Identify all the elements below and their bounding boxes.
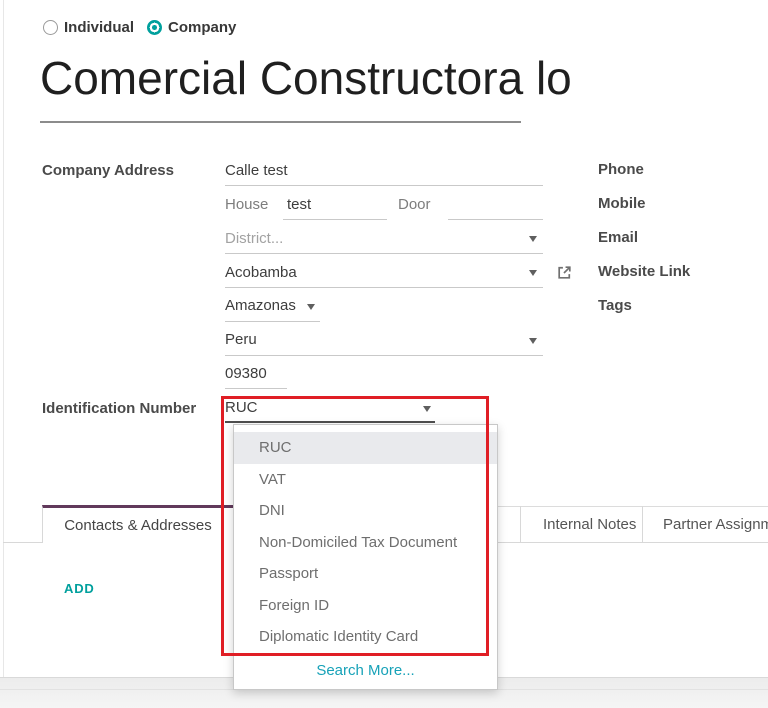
- dropdown-item-diplomatic[interactable]: Diplomatic Identity Card: [234, 621, 497, 653]
- street-underline: [225, 185, 543, 186]
- sheet-left-border: [3, 0, 4, 677]
- district-underline: [225, 253, 543, 254]
- email-label: Email: [598, 229, 638, 246]
- house-underline: [283, 219, 387, 220]
- individual-radio-label[interactable]: Individual: [64, 19, 134, 36]
- state-select[interactable]: Amazonas: [225, 297, 296, 314]
- door-label: Door: [398, 196, 431, 213]
- company-name-input[interactable]: Comercial Constructora lo: [40, 52, 572, 105]
- identification-type-select[interactable]: RUC: [225, 399, 258, 416]
- dropdown-item-passport[interactable]: Passport: [234, 558, 497, 590]
- dropdown-item-vat[interactable]: VAT: [234, 464, 497, 496]
- chevron-down-icon[interactable]: [529, 236, 537, 242]
- tab-contacts-addresses[interactable]: Contacts & Addresses: [42, 505, 233, 543]
- tab-internal-notes[interactable]: Internal Notes: [543, 516, 636, 533]
- dropdown-item-ruc[interactable]: RUC: [234, 432, 497, 464]
- chevron-down-icon[interactable]: [529, 338, 537, 344]
- company-radio[interactable]: [147, 20, 162, 35]
- country-select[interactable]: Peru: [225, 331, 257, 348]
- search-more-link[interactable]: Search More...: [234, 656, 497, 686]
- house-input[interactable]: test: [287, 196, 311, 213]
- dropdown-item-dni[interactable]: DNI: [234, 495, 497, 527]
- company-address-label: Company Address: [42, 162, 174, 179]
- tags-label: Tags: [598, 297, 632, 314]
- dropdown-item-foreign-id[interactable]: Foreign ID: [234, 590, 497, 622]
- city-underline: [225, 287, 543, 288]
- chevron-down-icon[interactable]: [307, 304, 315, 310]
- country-underline: [225, 355, 543, 356]
- tab-separator: [520, 506, 521, 542]
- mobile-label: Mobile: [598, 195, 646, 212]
- dropdown-item-non-domiciled[interactable]: Non-Domiciled Tax Document: [234, 527, 497, 559]
- phone-label: Phone: [598, 161, 644, 178]
- city-select[interactable]: Acobamba: [225, 264, 297, 281]
- house-label: House: [225, 196, 268, 213]
- identification-number-label: Identification Number: [42, 400, 196, 417]
- state-underline: [225, 321, 320, 322]
- company-name-underline: [40, 121, 521, 123]
- district-select[interactable]: District...: [225, 230, 283, 247]
- street-input[interactable]: Calle test: [225, 162, 288, 179]
- external-link-icon[interactable]: [556, 264, 573, 281]
- zip-underline: [225, 388, 287, 389]
- website-link-label: Website Link: [598, 263, 690, 280]
- chevron-down-icon[interactable]: [423, 406, 431, 412]
- individual-radio[interactable]: [43, 20, 58, 35]
- identification-type-underline: [225, 421, 435, 423]
- identification-dropdown: RUC VAT DNI Non-Domiciled Tax Document P…: [233, 424, 498, 690]
- tab-separator: [642, 506, 643, 542]
- company-radio-label[interactable]: Company: [168, 19, 236, 36]
- chevron-down-icon[interactable]: [529, 270, 537, 276]
- tab-partner-assignment[interactable]: Partner Assignm: [663, 516, 768, 533]
- add-button[interactable]: ADD: [64, 581, 95, 596]
- door-input[interactable]: [448, 219, 543, 220]
- zip-input[interactable]: 09380: [225, 365, 267, 382]
